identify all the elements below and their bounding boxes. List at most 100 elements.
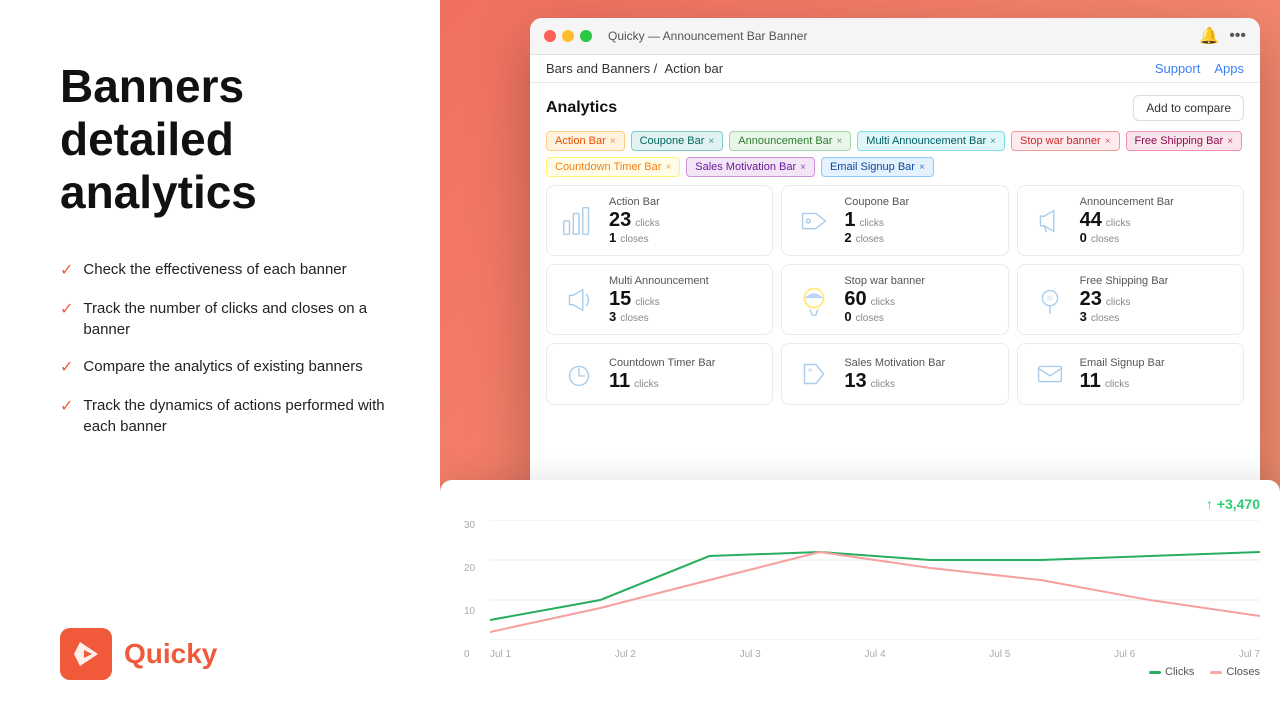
chart-y-label: 30 bbox=[464, 520, 475, 531]
analytics-tag: Sales Motivation Bar× bbox=[686, 157, 815, 177]
tags-row: Action Bar×Coupone Bar×Announcement Bar×… bbox=[546, 131, 1244, 177]
stat-clicks-label: clicks bbox=[1106, 218, 1130, 229]
stat-clicks-number: 13 bbox=[844, 371, 866, 391]
stat-clicks-label: clicks bbox=[634, 379, 658, 390]
stat-closes-label: closes bbox=[620, 313, 648, 324]
stat-name: Announcement Bar bbox=[1080, 196, 1174, 208]
tag-close-icon[interactable]: × bbox=[836, 136, 842, 147]
stat-icon bbox=[1030, 201, 1070, 241]
stat-clicks-number: 1 bbox=[844, 210, 855, 230]
traffic-light-green[interactable] bbox=[580, 30, 592, 42]
check-icon: ✓ bbox=[60, 299, 73, 321]
analytics-tag: Multi Announcement Bar× bbox=[857, 131, 1005, 151]
stat-name: Free Shipping Bar bbox=[1080, 275, 1169, 287]
stat-clicks-label: clicks bbox=[1106, 297, 1130, 308]
chart-x-label: Jul 1 bbox=[490, 649, 511, 660]
stat-content: Countdown Timer Bar 11 clicks bbox=[609, 357, 715, 391]
analytics-tag: Free Shipping Bar× bbox=[1126, 131, 1243, 151]
chart-section: ↑ +3,470 3020100 bbox=[440, 480, 1280, 720]
stat-closes-number: 0 bbox=[844, 309, 851, 324]
stat-card: Announcement Bar 44 clicks 0 closes bbox=[1017, 185, 1244, 256]
stat-icon bbox=[794, 354, 834, 394]
stat-content: Email Signup Bar 11 clicks bbox=[1080, 357, 1165, 391]
stat-card: Countdown Timer Bar 11 clicks bbox=[546, 343, 773, 405]
right-panel: Quicky — Announcement Bar Banner 🔔 ••• B… bbox=[440, 0, 1280, 720]
chart-increase: ↑ +3,470 bbox=[1206, 496, 1260, 512]
check-icon: ✓ bbox=[60, 396, 73, 418]
stat-icon bbox=[559, 354, 599, 394]
stat-name: Countdown Timer Bar bbox=[609, 357, 715, 369]
stat-card: Multi Announcement 15 clicks 3 closes bbox=[546, 264, 773, 335]
add-compare-button[interactable]: Add to compare bbox=[1133, 95, 1244, 121]
chart-x-label: Jul 4 bbox=[864, 649, 885, 660]
app-navbar: Bars and Banners / Action bar Support Ap… bbox=[530, 55, 1260, 83]
traffic-light-yellow[interactable] bbox=[562, 30, 574, 42]
stat-icon bbox=[794, 280, 834, 320]
tag-close-icon[interactable]: × bbox=[990, 136, 996, 147]
more-icon[interactable]: ••• bbox=[1229, 26, 1246, 46]
chart-svg-wrapper bbox=[490, 520, 1260, 640]
chart-top: ↑ +3,470 bbox=[460, 496, 1260, 512]
tag-close-icon[interactable]: × bbox=[800, 162, 806, 173]
stat-card: Stop war banner 60 clicks 0 closes bbox=[781, 264, 1008, 335]
tag-close-icon[interactable]: × bbox=[665, 162, 671, 173]
tag-close-icon[interactable]: × bbox=[1227, 136, 1233, 147]
breadcrumb-current: Action bar bbox=[665, 61, 724, 76]
stat-card: Free Shipping Bar 23 clicks 3 closes bbox=[1017, 264, 1244, 335]
stat-card: Action Bar 23 clicks 1 closes bbox=[546, 185, 773, 256]
logo-text: Quicky bbox=[124, 638, 217, 670]
stat-closes-label: closes bbox=[620, 234, 648, 245]
chart-x-label: Jul 2 bbox=[615, 649, 636, 660]
stat-content: Announcement Bar 44 clicks 0 closes bbox=[1080, 196, 1174, 245]
stat-clicks-label: clicks bbox=[871, 297, 895, 308]
stat-clicks-number: 11 bbox=[609, 371, 630, 391]
tag-close-icon[interactable]: × bbox=[1105, 136, 1111, 147]
traffic-light-red[interactable] bbox=[544, 30, 556, 42]
window-actions: 🔔 ••• bbox=[1199, 26, 1246, 46]
analytics-tag: Stop war banner× bbox=[1011, 131, 1120, 151]
stat-name: Stop war banner bbox=[844, 275, 925, 287]
logo-area: Quicky bbox=[60, 628, 390, 680]
stat-content: Free Shipping Bar 23 clicks 3 closes bbox=[1080, 275, 1169, 324]
analytics-title: Analytics bbox=[546, 99, 617, 117]
stat-clicks-number: 11 bbox=[1080, 371, 1101, 391]
stat-closes-number: 3 bbox=[1080, 309, 1087, 324]
window-title: Quicky — Announcement Bar Banner bbox=[608, 29, 807, 43]
stat-icon bbox=[559, 201, 599, 241]
stat-card: Email Signup Bar 11 clicks bbox=[1017, 343, 1244, 405]
chart-svg bbox=[490, 520, 1260, 640]
stat-content: Stop war banner 60 clicks 0 closes bbox=[844, 275, 925, 324]
legend-clicks-label: Clicks bbox=[1165, 666, 1194, 678]
stat-icon bbox=[559, 280, 599, 320]
tag-close-icon[interactable]: × bbox=[610, 136, 616, 147]
traffic-lights bbox=[544, 30, 592, 42]
stat-icon bbox=[1030, 280, 1070, 320]
feature-item: ✓Track the dynamics of actions performed… bbox=[60, 395, 390, 437]
stat-card: Coupone Bar 1 clicks 2 closes bbox=[781, 185, 1008, 256]
apps-link[interactable]: Apps bbox=[1214, 61, 1244, 76]
chart-x-label: Jul 6 bbox=[1114, 649, 1135, 660]
main-title: Banners detailed analytics bbox=[60, 60, 390, 219]
tag-close-icon[interactable]: × bbox=[919, 162, 925, 173]
chart-y-labels: 3020100 bbox=[460, 520, 479, 660]
stat-closes-label: closes bbox=[856, 313, 884, 324]
stat-clicks-label: clicks bbox=[635, 218, 659, 229]
tag-close-icon[interactable]: × bbox=[708, 136, 714, 147]
stat-content: Sales Motivation Bar 13 clicks bbox=[844, 357, 945, 391]
stat-icon bbox=[794, 201, 834, 241]
breadcrumb-prefix: Bars and Banners / bbox=[546, 61, 657, 76]
check-icon: ✓ bbox=[60, 260, 73, 282]
left-panel: Banners detailed analytics ✓Check the ef… bbox=[0, 0, 440, 720]
legend-clicks: Clicks bbox=[1149, 666, 1194, 678]
stat-clicks-label: clicks bbox=[635, 297, 659, 308]
stat-name: Email Signup Bar bbox=[1080, 357, 1165, 369]
analytics-tag: Countdown Timer Bar× bbox=[546, 157, 680, 177]
stat-closes-label: closes bbox=[1091, 234, 1119, 245]
stat-clicks-number: 60 bbox=[844, 289, 866, 309]
stat-clicks-number: 44 bbox=[1080, 210, 1102, 230]
chart-legend: Clicks Closes bbox=[460, 666, 1260, 678]
support-link[interactable]: Support bbox=[1155, 61, 1201, 76]
stat-clicks-number: 15 bbox=[609, 289, 631, 309]
bell-icon[interactable]: 🔔 bbox=[1199, 26, 1219, 46]
stat-content: Multi Announcement 15 clicks 3 closes bbox=[609, 275, 709, 324]
